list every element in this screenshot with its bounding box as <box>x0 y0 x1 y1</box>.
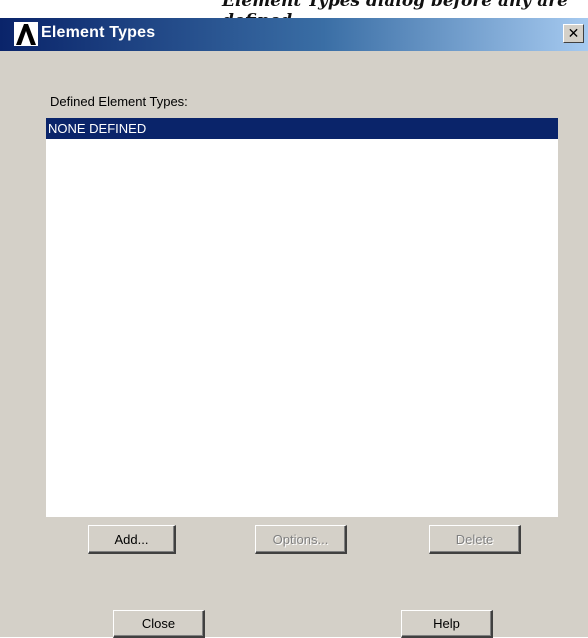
help-button-label: Help <box>433 616 460 631</box>
close-button[interactable]: Close <box>113 610 205 638</box>
cropped-caption: Element Types dialog before any are defi… <box>0 0 588 18</box>
element-types-dialog: Element Types ✕ Defined Element Types: N… <box>0 18 588 638</box>
list-item-none-defined[interactable]: NONE DEFINED <box>46 118 558 139</box>
ansys-logo-icon <box>14 22 38 46</box>
delete-button[interactable]: Delete <box>429 525 521 554</box>
cropped-caption-text: Element Types dialog before any are defi… <box>222 0 568 18</box>
close-button-label: Close <box>141 616 176 631</box>
defined-types-label: Defined Element Types: <box>50 94 188 109</box>
close-icon: ✕ <box>567 25 580 41</box>
add-button[interactable]: Add... <box>88 525 176 554</box>
options-button[interactable]: Options... <box>255 525 347 554</box>
element-types-listbox[interactable]: NONE DEFINED <box>46 118 558 517</box>
delete-button-label: Delete <box>455 531 494 547</box>
add-button-label: Add... <box>114 531 149 547</box>
close-window-button[interactable]: ✕ <box>563 24 584 43</box>
help-button[interactable]: Help <box>401 610 493 638</box>
window-title: Element Types <box>41 24 156 41</box>
title-bar[interactable]: Element Types ✕ <box>0 18 588 51</box>
options-button-label: Options... <box>272 531 329 547</box>
